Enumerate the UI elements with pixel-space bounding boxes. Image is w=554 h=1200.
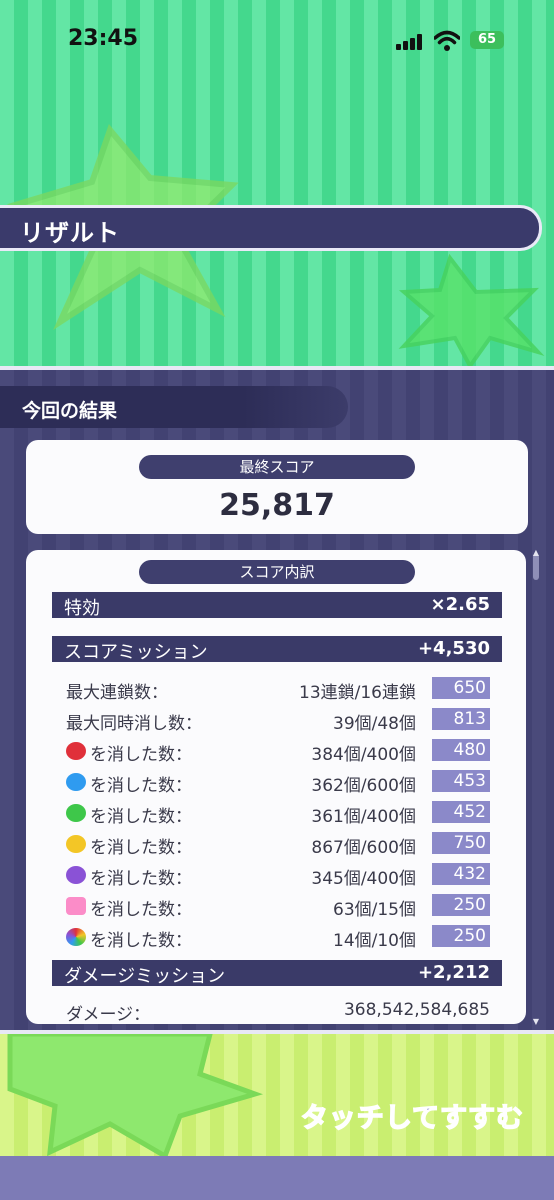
blue-puyo-icon [66,773,86,791]
prism-icon [66,928,86,946]
special-effect-label: 特効 [64,598,100,619]
star-burst-decoration [7,1034,264,1156]
green-puyo-icon [66,804,86,822]
final-score-card: 最終スコア 25,817 [26,440,528,534]
wifi-icon [434,30,460,51]
status-bar: 23:45 65 [0,0,554,80]
row-label: を消した数： [90,869,192,889]
row-points: 750 [432,832,490,854]
list-item: 最大連鎖数： 13連鎖/16連鎖 650 [66,676,490,703]
footer-bar [0,1156,554,1200]
heart-icon [66,897,86,915]
score-mission-value: +4,530 [417,638,490,659]
scroll-up-icon: ▲ [532,548,540,557]
proceed-area[interactable]: タッチしてすすむ [0,1034,554,1156]
list-item: 最大同時消し数： 39個/48個 813 [66,707,490,734]
row-label: を消した数： [90,807,192,827]
damage-mission-header: ダメージミッション +2,212 [52,960,502,987]
row-label: 最大同時消し数： [66,714,202,734]
red-puyo-icon [66,742,86,760]
yellow-puyo-icon [66,835,86,853]
row-value: 362個/600個 [311,776,416,796]
scroll-down-icon: ▼ [532,1017,540,1026]
row-points: 480 [432,739,490,761]
section-title: 今回の結果 [22,400,118,422]
row-points: 432 [432,863,490,885]
score-mission-header: スコアミッション +4,530 [52,636,502,663]
breakdown-label: スコア内訳 [139,560,415,584]
damage-value: 368,542,584,685 [343,1000,490,1020]
row-value: 345個/400個 [311,869,416,889]
row-points: 452 [432,801,490,823]
damage-mission-value: +2,212 [417,962,490,983]
row-points: 250 [432,894,490,916]
score-breakdown-list[interactable]: スコア内訳 特効 ×2.65 スコアミッション +4,530 最大連鎖数： 13… [26,550,526,1024]
scrollbar-thumb[interactable] [533,554,539,580]
special-effect-value: ×2.65 [430,594,491,615]
row-points: 650 [432,677,490,699]
row-points: 813 [432,708,490,730]
row-value: 63個/15個 [333,900,416,920]
final-score-label: 最終スコア [139,455,415,479]
header-area: 23:45 65 リザルト [0,0,554,366]
row-label: を消した数： [90,838,192,858]
battery-icon: 65 [470,31,504,49]
page-title-band: リザルト [0,205,542,251]
row-value: 361個/400個 [311,807,416,827]
page-title: リザルト [20,219,120,247]
list-item: を消した数： 345個/400個 432 [66,862,490,889]
row-label: を消した数： [90,900,192,920]
row-value: 867個/600個 [311,838,416,858]
signal-icon [396,34,426,50]
row-label: 最大連鎖数： [66,683,168,703]
damage-label: ダメージ： [66,1005,151,1024]
list-item: を消した数： 867個/600個 750 [66,831,490,858]
special-effect-row: 特効 ×2.65 [52,592,502,619]
list-item: を消した数： 361個/400個 452 [66,800,490,827]
row-points: 453 [432,770,490,792]
breakdown-scrollbar[interactable]: ▲ ▼ [532,548,540,1026]
list-item: を消した数： 14個/10個 250 [66,924,490,951]
list-item: を消した数： 384個/400個 480 [66,738,490,765]
list-item: を消した数： 362個/600個 453 [66,769,490,796]
row-value: 384個/400個 [311,745,416,765]
row-label: を消した数： [90,745,192,765]
row-value: 13連鎖/16連鎖 [299,683,416,703]
final-score-value: 25,817 [219,488,335,523]
purple-puyo-icon [66,866,86,884]
row-value: 39個/48個 [333,714,416,734]
row-value: 14個/10個 [333,931,416,951]
result-panel: 今回の結果 最終スコア 25,817 スコア内訳 特効 ×2.65 スコアミッシ… [0,366,554,1034]
list-item: を消した数： 63個/15個 250 [66,893,490,920]
score-mission-label: スコアミッション [64,642,208,663]
section-header: 今回の結果 [0,386,348,428]
row-label: を消した数： [90,776,192,796]
damage-row: ダメージ： 368,542,584,685 [66,998,490,1024]
damage-mission-label: ダメージミッション [64,966,226,987]
status-time: 23:45 [68,26,139,51]
touch-to-proceed-button[interactable]: タッチしてすすむ [300,1096,524,1135]
row-label: を消した数： [90,931,192,951]
row-points: 250 [432,925,490,947]
